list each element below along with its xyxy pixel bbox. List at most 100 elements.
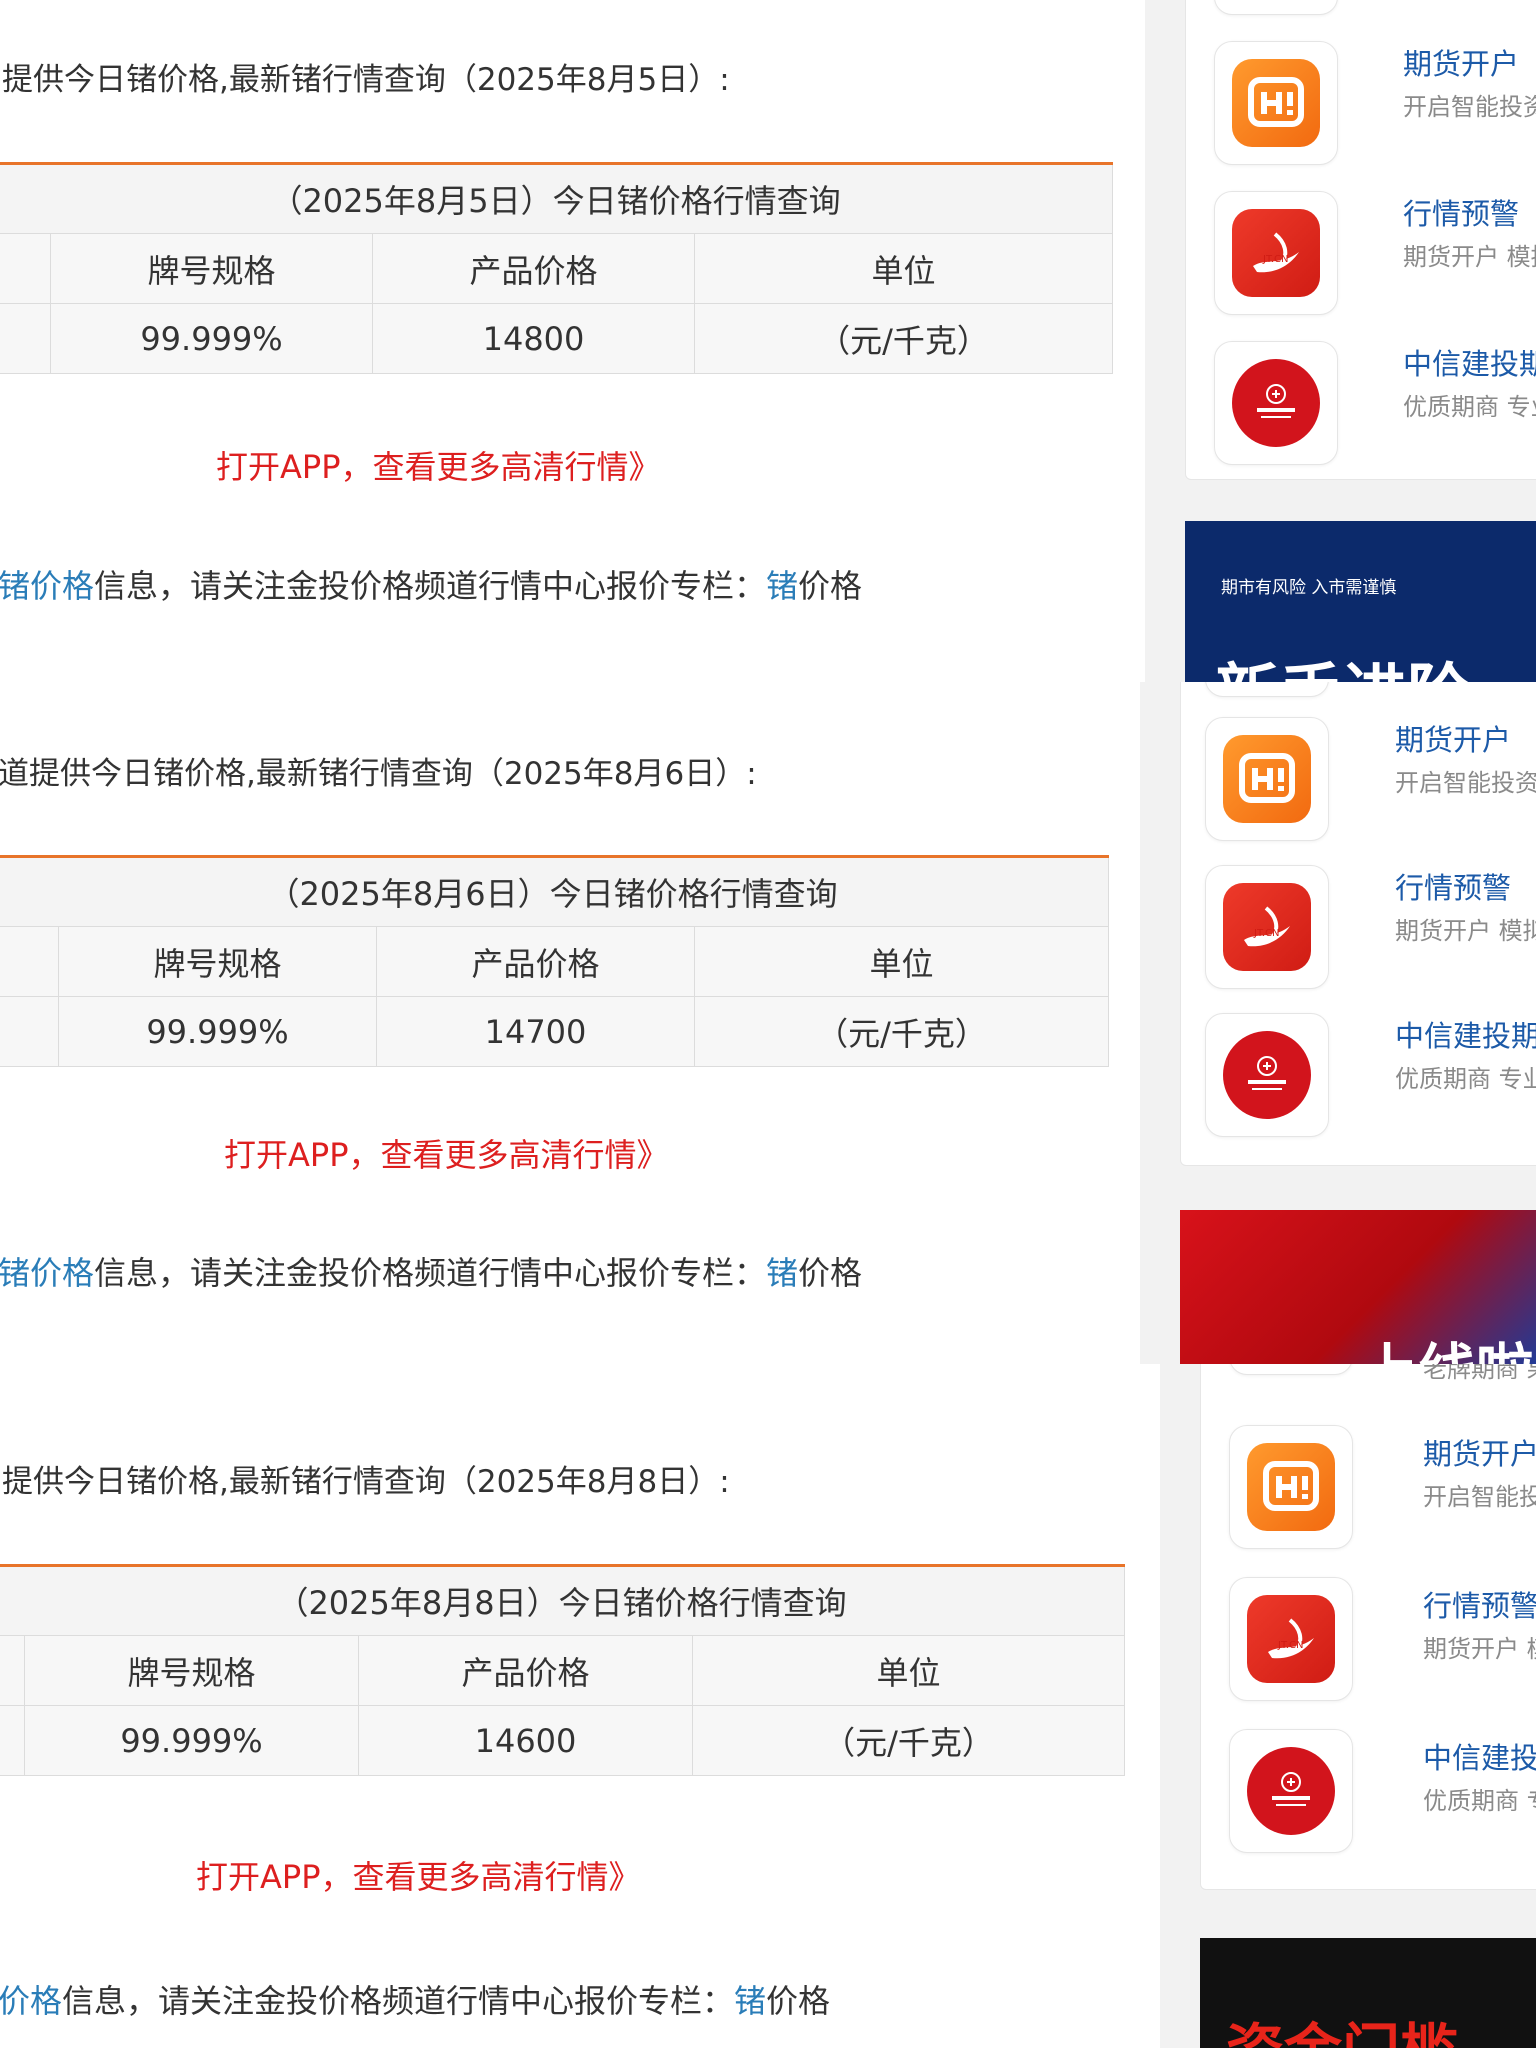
follow-text: 信息，请关注金投价格频道行情中心报价专栏： bbox=[62, 1982, 735, 2020]
sidebar: 期货开户 开启智能投资之 JT.CN 行情预警 期货开户 模拟交 中信建投期货 … bbox=[1145, 0, 1536, 682]
table-header-unit: 单位 bbox=[693, 233, 1114, 304]
open-app-link[interactable]: 打开APP，查看更多高清行情》 bbox=[224, 1130, 669, 1176]
futures-h-icon bbox=[1205, 717, 1329, 841]
promo-title: 期货开户 bbox=[1423, 1437, 1536, 1471]
promo-subtitle-partial: 老牌期商 果 bbox=[1423, 1364, 1536, 1383]
table-header-grade: 牌号规格 bbox=[24, 1635, 359, 1706]
price-link[interactable]: 锗价格 bbox=[0, 1254, 94, 1292]
intro-text: 道提供今日锗价格,最新锗行情查询（2025年8月6日）: bbox=[0, 756, 757, 792]
china-futures-icon bbox=[1205, 1013, 1329, 1137]
table-cell-blank bbox=[0, 926, 59, 997]
table-caption: （2025年8月8日）今日锗价格行情查询 bbox=[0, 1565, 1126, 1636]
svg-text:JT.CN: JT.CN bbox=[1262, 254, 1289, 265]
table-header-grade: 牌号规格 bbox=[58, 926, 377, 997]
jtcn-icon: JT.CN bbox=[1214, 191, 1338, 315]
promo-title: 行情预警 bbox=[1403, 197, 1520, 231]
promo-subtitle: 开启智能投资之 bbox=[1395, 769, 1536, 797]
table-caption: （2025年8月6日）今日锗价格行情查询 bbox=[0, 856, 1110, 927]
germanium-link[interactable]: 锗 bbox=[766, 567, 798, 605]
price-table: （2025年8月8日）今日锗价格行情查询 牌号规格 产品价格 单位 99.999… bbox=[0, 1564, 1126, 1776]
app-icon-partial[interactable] bbox=[1229, 1364, 1353, 1375]
follow-text: 信息，请关注金投价格频道行情中心报价专栏： bbox=[94, 567, 767, 605]
open-app-link[interactable]: 打开APP，查看更多高清行情》 bbox=[196, 1852, 641, 1898]
price-table: （2025年8月5日）今日锗价格行情查询 牌号规格 产品价格 单位 99.999… bbox=[0, 162, 1114, 374]
china-futures-icon bbox=[1229, 1729, 1353, 1853]
article-content: 道提供今日锗价格,最新锗行情查询（2025年8月6日）: （2025年8月6日）… bbox=[0, 682, 1140, 1364]
futures-h-icon bbox=[1229, 1425, 1353, 1549]
follow-notice: 价格信息，请关注金投价格频道行情中心报价专栏：锗价格 bbox=[0, 1976, 830, 2022]
table-cell-blank bbox=[0, 996, 59, 1067]
open-app-link[interactable]: 打开APP，查看更多高清行情》 bbox=[216, 442, 661, 488]
promo-title: 行情预警 bbox=[1395, 871, 1512, 905]
promo-item-citic[interactable]: 中信建投期货 优质期商 专业服 bbox=[1181, 1013, 1536, 1143]
germanium-link[interactable]: 锗 bbox=[766, 1254, 798, 1292]
follow-notice: 锗价格信息，请关注金投价格频道行情中心报价专栏：锗价格 bbox=[0, 1248, 862, 1294]
article-content: 提供今日锗价格,最新锗行情查询（2025年8月5日）: （2025年8月5日）今… bbox=[0, 0, 1145, 682]
app-promo-card: 期货开户 开启智能投资之 JT.CN 行情预警 期货开户 模拟交 中信建投期货 … bbox=[1180, 682, 1536, 1166]
promo-item-alert[interactable]: JT.CN 行情预警 期货开户 模拟 bbox=[1201, 1577, 1536, 1707]
jtcn-icon: JT.CN bbox=[1205, 865, 1329, 989]
promo-item-citic[interactable]: 中信建投期 优质期商 专业 bbox=[1201, 1729, 1536, 1859]
promo-subtitle: 优质期商 专业服 bbox=[1403, 393, 1536, 421]
banner-headline: 新手进阶 bbox=[1215, 643, 1471, 682]
article-content: 提供今日锗价格,最新锗行情查询（2025年8月8日）: （2025年8月8日）今… bbox=[0, 1364, 1160, 2048]
table-cell-blank bbox=[0, 1705, 25, 1776]
follow-text: 信息，请关注金投价格频道行情中心报价专栏： bbox=[94, 1254, 767, 1292]
promo-item-citic[interactable]: 中信建投期货 优质期商 专业服 bbox=[1186, 341, 1536, 471]
sidebar: 期货开户 开启智能投资之 JT.CN 行情预警 期货开户 模拟交 中信建投期货 … bbox=[1140, 682, 1536, 1364]
jtcn-icon: JT.CN bbox=[1229, 1577, 1353, 1701]
app-promo-card: 老牌期商 果 期货开户 开启智能投资 JT.CN 行情预警 期货开户 模拟 中 bbox=[1200, 1364, 1536, 1890]
table-cell-unit: （元/千克） bbox=[691, 1705, 1126, 1776]
table-header-price: 产品价格 bbox=[358, 1635, 693, 1706]
promo-title: 中信建投期 bbox=[1423, 1741, 1536, 1775]
sidebar: 老牌期商 果 期货开户 开启智能投资 JT.CN 行情预警 期货开户 模拟 中 bbox=[1160, 1364, 1536, 2048]
promo-subtitle: 期货开户 模拟交 bbox=[1403, 243, 1536, 271]
price-table: （2025年8月6日）今日锗价格行情查询 牌号规格 产品价格 单位 99.999… bbox=[0, 855, 1110, 1067]
futures-h-icon bbox=[1214, 41, 1338, 165]
table-caption: （2025年8月5日）今日锗价格行情查询 bbox=[0, 163, 1114, 234]
china-futures-icon bbox=[1214, 341, 1338, 465]
table-cell-price: 14800 bbox=[372, 303, 695, 374]
svg-text:JT.CN: JT.CN bbox=[1277, 1640, 1304, 1651]
promo-subtitle: 优质期商 专业 bbox=[1423, 1787, 1536, 1815]
table-header-price: 产品价格 bbox=[372, 233, 695, 304]
ad-banner[interactable]: 期市有风险 入市需谨慎 新手进阶 bbox=[1185, 521, 1536, 682]
promo-subtitle: 开启智能投资之 bbox=[1403, 93, 1536, 121]
banner-headline: 上线啦 bbox=[1360, 1324, 1534, 1364]
price-link[interactable]: 价格 bbox=[0, 1982, 62, 2020]
promo-item-futures-account[interactable]: 期货开户 开启智能投资 bbox=[1201, 1425, 1536, 1555]
promo-item-futures-account[interactable]: 期货开户 开启智能投资之 bbox=[1186, 41, 1536, 171]
table-cell-grade: 99.999% bbox=[50, 303, 373, 374]
promo-item-alert[interactable]: JT.CN 行情预警 期货开户 模拟交 bbox=[1186, 191, 1536, 321]
promo-title: 行情预警 bbox=[1423, 1589, 1536, 1623]
table-cell-grade: 99.999% bbox=[24, 1705, 359, 1776]
table-header-unit: 单位 bbox=[693, 926, 1110, 997]
ad-banner[interactable]: 资金门槛 bbox=[1200, 1938, 1536, 2048]
table-header-price: 产品价格 bbox=[376, 926, 695, 997]
banner-risk-text: 期市有风险 入市需谨慎 bbox=[1221, 578, 1397, 598]
promo-subtitle: 优质期商 专业服 bbox=[1395, 1065, 1536, 1093]
promo-title: 期货开户 bbox=[1395, 723, 1512, 757]
price-link[interactable]: 锗价格 bbox=[0, 567, 94, 605]
table-cell-blank bbox=[0, 1635, 25, 1706]
intro-text: 提供今日锗价格,最新锗行情查询（2025年8月8日）: bbox=[2, 1464, 730, 1500]
table-cell-unit: （元/千克） bbox=[693, 996, 1110, 1067]
banner-headline: 资金门槛 bbox=[1226, 2004, 1458, 2048]
promo-item-futures-account[interactable]: 期货开户 开启智能投资之 bbox=[1181, 717, 1536, 847]
app-icon-partial[interactable] bbox=[1205, 682, 1329, 697]
table-header-grade: 牌号规格 bbox=[50, 233, 373, 304]
table-cell-blank bbox=[0, 233, 51, 304]
promo-subtitle: 开启智能投资 bbox=[1423, 1483, 1536, 1511]
ad-banner[interactable]: 上线啦 bbox=[1180, 1210, 1536, 1364]
follow-tail: 价格 bbox=[766, 1982, 831, 2020]
intro-text: 提供今日锗价格,最新锗行情查询（2025年8月5日）: bbox=[2, 62, 730, 98]
follow-tail: 价格 bbox=[798, 1254, 863, 1292]
promo-item-alert[interactable]: JT.CN 行情预警 期货开户 模拟交 bbox=[1181, 865, 1536, 995]
screenshot-panel-2: 道提供今日锗价格,最新锗行情查询（2025年8月6日）: （2025年8月6日）… bbox=[0, 682, 1536, 1364]
table-cell-price: 14700 bbox=[376, 996, 695, 1067]
promo-title: 中信建投期货 bbox=[1395, 1019, 1536, 1053]
app-icon-partial[interactable] bbox=[1214, 0, 1338, 15]
germanium-link[interactable]: 锗 bbox=[734, 1982, 766, 2020]
table-cell-price: 14600 bbox=[358, 1705, 693, 1776]
promo-title: 中信建投期货 bbox=[1403, 347, 1536, 381]
